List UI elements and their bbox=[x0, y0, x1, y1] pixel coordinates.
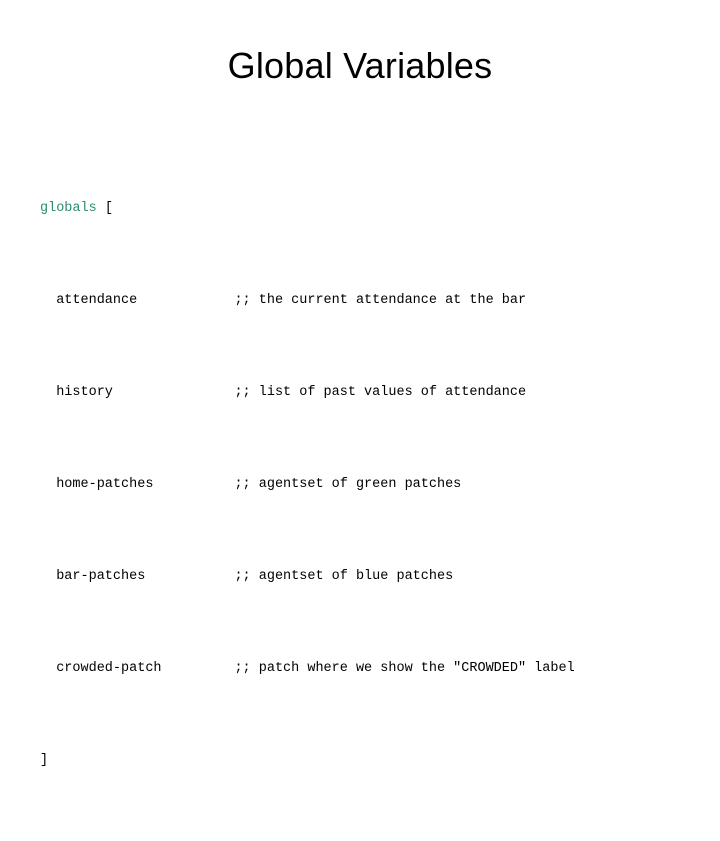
code-line-entry: crowded-patch ;; patch where we show the… bbox=[40, 657, 700, 680]
code-line-entry: bar-patches ;; agentset of blue patches bbox=[40, 565, 700, 588]
keyword-globals: globals bbox=[40, 201, 97, 216]
open-bracket: [ bbox=[104, 201, 113, 216]
variable-name-cell: attendance bbox=[40, 293, 235, 308]
variable-comment: ;; agentset of green patches bbox=[234, 477, 462, 492]
code-line-entry: attendance ;; the current attendance at … bbox=[40, 289, 700, 312]
variable-comment: ;; list of past values of attendance bbox=[234, 385, 527, 400]
variable-comment: ;; the current attendance at the bar bbox=[234, 293, 527, 308]
code-line-open: globals [ bbox=[40, 197, 700, 220]
page-title: Global Variables bbox=[227, 45, 493, 86]
variable-name-cell: bar-patches bbox=[40, 569, 235, 584]
code-listing: globals [ attendance ;; the current atte… bbox=[40, 128, 700, 841]
slide-root: Global Variables globals [ attendance ;;… bbox=[0, 0, 720, 768]
variable-name-cell: crowded-patch bbox=[40, 661, 235, 676]
variable-name-cell: history bbox=[40, 385, 235, 400]
code-line-close: ] bbox=[40, 749, 700, 772]
space-after-keyword bbox=[97, 201, 105, 216]
variable-comment: ;; agentset of blue patches bbox=[234, 569, 454, 584]
variable-name-cell: home-patches bbox=[40, 477, 235, 492]
code-line-entry: history ;; list of past values of attend… bbox=[40, 381, 700, 404]
close-bracket: ] bbox=[40, 753, 49, 768]
variable-comment: ;; patch where we show the "CROWDED" lab… bbox=[234, 661, 575, 676]
code-line-entry: home-patches ;; agentset of green patche… bbox=[40, 473, 700, 496]
